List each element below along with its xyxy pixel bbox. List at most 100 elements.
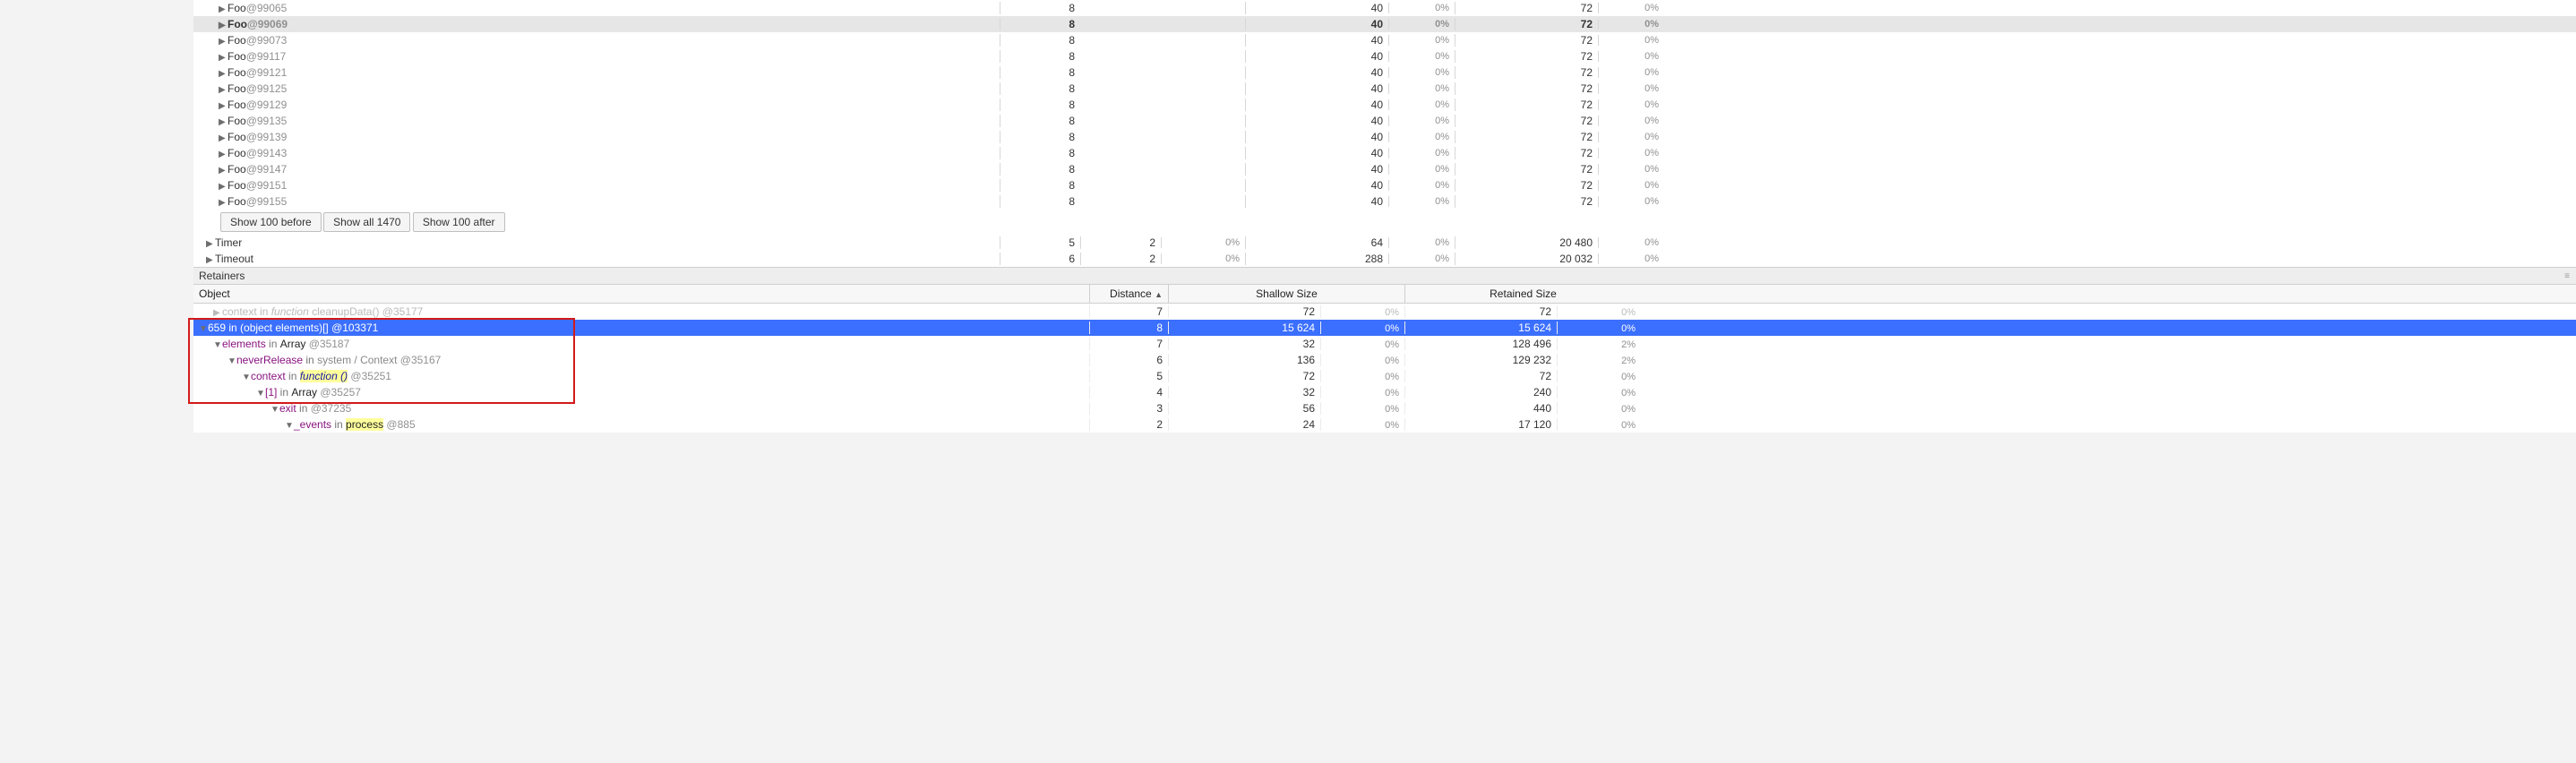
numeric-cell: 64 (1245, 236, 1388, 249)
expand-icon[interactable] (219, 34, 228, 47)
in-keyword: in (331, 418, 346, 431)
property-name: _events (294, 418, 331, 431)
expand-icon[interactable] (219, 179, 228, 192)
numeric-cell: 0% (1388, 116, 1455, 126)
numeric-cell: 3 (1089, 402, 1168, 415)
numeric-cell: 0% (1388, 99, 1455, 110)
expand-icon[interactable] (219, 147, 228, 159)
expand-icon[interactable] (206, 253, 215, 265)
numeric-cell: 4 (1089, 386, 1168, 399)
numeric-cell: 0% (1388, 35, 1455, 46)
object-name: Foo (228, 50, 246, 63)
object-row[interactable]: Foo @991518400%720% (193, 177, 2576, 193)
numeric-cell: 72 (1455, 99, 1598, 111)
expand-icon[interactable] (199, 321, 208, 334)
header-shallow[interactable]: Shallow Size (1168, 285, 1404, 303)
numeric-cell: 0% (1598, 51, 1664, 62)
expand-icon[interactable] (219, 131, 228, 143)
header-retained[interactable]: Retained Size (1404, 285, 1641, 303)
numeric-cell: 20 032 (1455, 253, 1598, 265)
object-row[interactable]: Foo @991258400%720% (193, 81, 2576, 97)
retainer-row[interactable]: [1] in Array @352574320%2400% (193, 384, 2576, 400)
object-row[interactable]: Timeout620%2880%20 0320% (193, 251, 2576, 267)
retainer-row[interactable]: exit in @372353560%4400% (193, 400, 2576, 416)
object-row[interactable]: Foo @991438400%720% (193, 145, 2576, 161)
expand-icon[interactable] (206, 236, 215, 249)
object-row[interactable]: Foo @991398400%720% (193, 129, 2576, 145)
numeric-cell: 0% (1388, 51, 1455, 62)
numeric-cell: 8 (1000, 2, 1080, 14)
retainer-row[interactable]: context in function () @352515720%720% (193, 368, 2576, 384)
numeric-cell: 40 (1245, 131, 1388, 143)
retainer-row[interactable]: 659 in (object elements)[] @103371815 62… (193, 320, 2576, 336)
expand-icon[interactable] (213, 305, 222, 318)
retainers-header-row: Object Distance ▲ Shallow Size Retained … (193, 285, 2576, 304)
numeric-cell: 72 (1455, 147, 1598, 159)
numeric-cell: 72 (1168, 305, 1320, 318)
numeric-cell: 72 (1455, 179, 1598, 192)
object-address: @99069 (247, 18, 288, 30)
expand-icon[interactable] (219, 115, 228, 127)
numeric-cell: 8 (1000, 163, 1080, 176)
numeric-cell: 0% (1598, 180, 1664, 191)
object-address: @35167 (397, 354, 441, 366)
drag-handle-icon[interactable]: ≡ (2564, 271, 2571, 281)
property-name: context (222, 305, 257, 318)
object-row[interactable]: Foo @991478400%720% (193, 161, 2576, 177)
object-address: @37235 (311, 402, 352, 415)
expand-icon[interactable] (219, 18, 228, 30)
numeric-cell: 0% (1598, 132, 1664, 142)
expand-icon[interactable] (270, 402, 279, 415)
numeric-cell: 20 480 (1455, 236, 1598, 249)
header-distance[interactable]: Distance ▲ (1089, 285, 1168, 303)
show-before-button[interactable]: Show 100 before (220, 212, 322, 232)
object-row[interactable]: Foo @990698400%720% (193, 16, 2576, 32)
retainers-section-header[interactable]: Retainers ≡ (193, 267, 2576, 285)
expand-icon[interactable] (213, 338, 222, 350)
expand-icon[interactable] (242, 370, 251, 382)
function-keyword: function () (300, 370, 348, 382)
object-name: Timeout (215, 253, 253, 265)
numeric-cell: 72 (1455, 18, 1598, 30)
numeric-cell: 8 (1000, 131, 1080, 143)
object-name: Foo (228, 18, 247, 30)
object-name: Foo (228, 99, 246, 111)
retainer-row[interactable]: context in function cleanupData() @35177… (193, 304, 2576, 320)
numeric-cell: 0% (1598, 196, 1664, 207)
numeric-cell: 0% (1598, 19, 1664, 30)
retainer-row[interactable]: elements in Array @351877320%128 4962% (193, 336, 2576, 352)
numeric-cell: 0% (1388, 196, 1455, 207)
expand-icon[interactable] (256, 386, 265, 399)
expand-icon[interactable] (219, 195, 228, 208)
expand-icon[interactable] (219, 66, 228, 79)
numeric-cell: 440 (1404, 402, 1557, 415)
expand-icon[interactable] (228, 354, 236, 366)
expand-icon[interactable] (219, 50, 228, 63)
expand-icon[interactable] (219, 2, 228, 14)
retainer-row[interactable]: _events in process @8852240%17 1200% (193, 416, 2576, 433)
show-all-button[interactable]: Show all 1470 (323, 212, 410, 232)
object-row[interactable]: Foo @991298400%720% (193, 97, 2576, 113)
numeric-cell: 72 (1455, 163, 1598, 176)
object-row[interactable]: Foo @991558400%720% (193, 193, 2576, 210)
object-row[interactable]: Foo @991178400%720% (193, 48, 2576, 64)
numeric-cell: 0% (1320, 321, 1404, 334)
object-row[interactable]: Timer520%640%20 4800% (193, 235, 2576, 251)
object-row[interactable]: Foo @990658400%720% (193, 0, 2576, 16)
retainer-row[interactable]: neverRelease in system / Context @351676… (193, 352, 2576, 368)
numeric-cell: 8 (1089, 321, 1168, 334)
expand-icon[interactable] (219, 99, 228, 111)
property-name: exit (279, 402, 296, 415)
numeric-cell: 129 232 (1404, 354, 1557, 366)
numeric-cell: 2% (1557, 338, 1641, 350)
header-object[interactable]: Object (193, 285, 1089, 303)
show-after-button[interactable]: Show 100 after (413, 212, 505, 232)
expand-icon[interactable] (285, 418, 294, 431)
expand-icon[interactable] (219, 163, 228, 176)
object-row[interactable]: Foo @990738400%720% (193, 32, 2576, 48)
numeric-cell: 0% (1320, 418, 1404, 431)
object-row[interactable]: Foo @991218400%720% (193, 64, 2576, 81)
class-name: Array (291, 386, 317, 399)
expand-icon[interactable] (219, 82, 228, 95)
object-row[interactable]: Foo @991358400%720% (193, 113, 2576, 129)
